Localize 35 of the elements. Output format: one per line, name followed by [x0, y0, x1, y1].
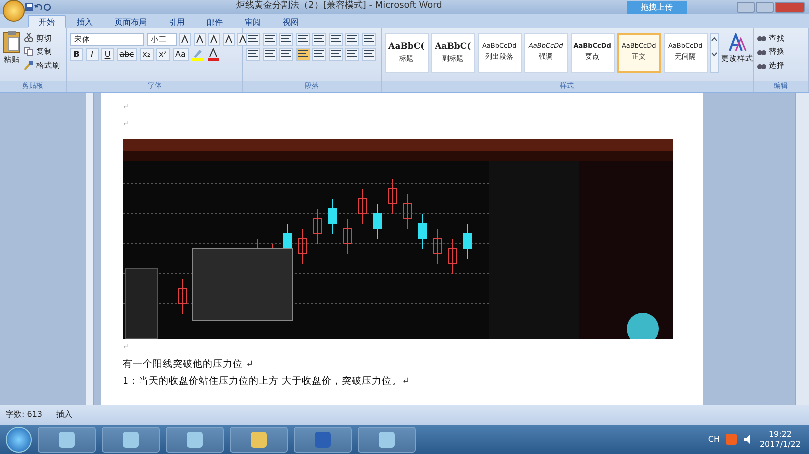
office-button[interactable] — [3, 0, 25, 22]
format-button[interactable]: U — [101, 48, 114, 61]
ribbon-tab[interactable]: 邮件 — [196, 15, 234, 28]
document-paragraph: 1：当天的收盘价站住压力位的上方 大于收盘价，突破压力位。↵ — [123, 375, 412, 389]
clipboard-icon[interactable] — [3, 30, 21, 54]
format-button[interactable]: abc — [116, 48, 138, 61]
gallery-scroll-icon[interactable] — [710, 32, 720, 72]
ribbon-tab[interactable]: 开始 — [28, 15, 66, 28]
copy-icon — [24, 46, 34, 57]
font-color-icon[interactable] — [206, 48, 220, 61]
styles-icon[interactable] — [728, 32, 748, 52]
brush-icon — [24, 60, 34, 71]
ribbon-tab[interactable]: 引用 — [158, 15, 196, 28]
clock-date[interactable]: 2017/1/22 — [760, 440, 801, 450]
word-count[interactable]: 字数: 613 — [6, 409, 43, 421]
ribbon-tab[interactable]: 审阅 — [234, 15, 272, 28]
undo-icon[interactable] — [34, 2, 43, 12]
clock-time[interactable]: 19:22 — [768, 430, 792, 440]
format-button[interactable]: I — [86, 48, 99, 61]
language-indicator[interactable]: CH — [708, 434, 720, 446]
insert-mode[interactable]: 插入 — [56, 409, 73, 421]
document-paragraph: 有一个阳线突破他的压力位 ↵ — [123, 358, 255, 372]
window-title: 炬线黄金分割法（2）[兼容模式] - Microsoft Word — [236, 0, 444, 14]
scissors-icon — [24, 33, 34, 44]
start-button[interactable] — [6, 426, 32, 452]
vertical-scrollbar[interactable] — [795, 93, 809, 405]
format-button[interactable]: x₂ — [140, 48, 154, 61]
format-button[interactable]: Aa — [172, 48, 189, 61]
ribbon-tab[interactable]: 视图 — [272, 15, 310, 28]
ribbon-tab[interactable]: 页面布局 — [104, 15, 158, 28]
ribbon-tab[interactable]: 插入 — [66, 15, 104, 28]
format-button[interactable]: B — [70, 48, 84, 61]
format-button[interactable]: x² — [156, 48, 170, 61]
close-button[interactable] — [775, 2, 805, 12]
save-icon[interactable] — [25, 2, 34, 12]
